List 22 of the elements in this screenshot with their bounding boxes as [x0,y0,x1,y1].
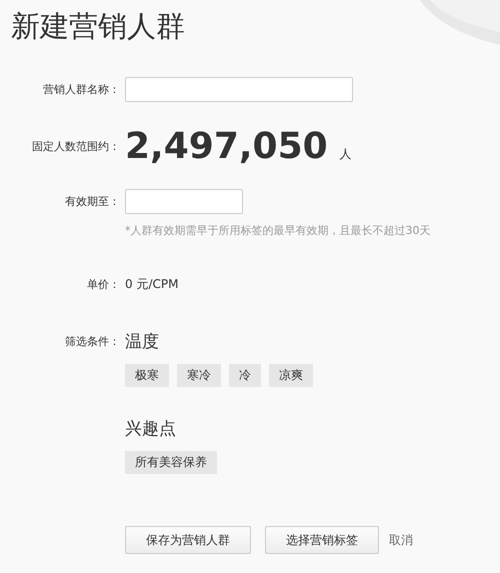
price-value: 0 元/CPM [125,276,180,293]
date-field[interactable] [125,189,243,214]
group-title: 兴趣点 [125,418,177,440]
input-field[interactable] [125,77,353,102]
field-label: 营销人群名称： [42,82,120,97]
field-label: 有效期至： [64,194,120,210]
unit-text: 人 [340,146,352,163]
field-label: 单价： [86,277,120,292]
action-button[interactable]: 保存为营销人群 [125,526,251,554]
field-label: 固定人数范围约： [31,139,120,154]
tag: 凉爽 [269,364,313,387]
hint-text: *人群有效期需早于所用标签的最早有效期，且最长不超过30天 [125,223,432,238]
tag: 极寒 [125,364,169,387]
action-button[interactable]: 选择营销标签 [265,526,379,554]
field-label: 筛选条件： [64,334,120,350]
page-title: 新建营销人群 [11,8,185,45]
cancel-link[interactable]: 取消 [389,532,413,548]
tag: 冷 [229,364,261,387]
tag: 所有美容保养 [125,451,217,474]
group-title: 温度 [125,331,160,353]
audience-count: 2,497,050 [125,126,328,167]
tag: 寒冷 [177,364,221,387]
